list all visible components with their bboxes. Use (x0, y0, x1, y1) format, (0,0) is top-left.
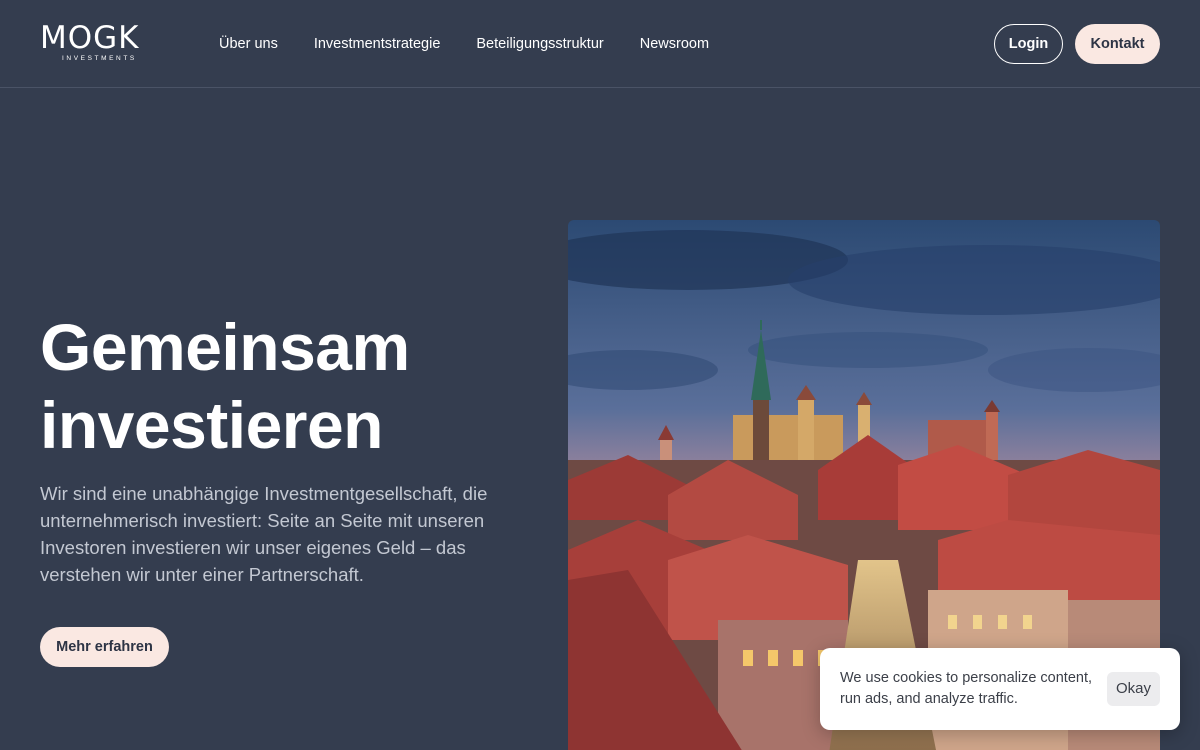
cookie-banner-text: We use cookies to personalize content, r… (840, 670, 1093, 707)
learn-more-button[interactable]: Mehr erfahren (40, 627, 169, 667)
site-header: MOGK INVESTMENTS Über uns Investmentstra… (0, 0, 1200, 88)
logo-subtitle: INVESTMENTS (62, 55, 137, 62)
hero-title-line-2: investieren (40, 388, 384, 462)
cookie-accept-button[interactable]: Okay (1107, 672, 1160, 706)
nav-item-ueber-uns[interactable]: Über uns (219, 35, 278, 53)
nav-item-beteiligungsstruktur[interactable]: Beteiligungsstruktur (476, 35, 603, 53)
hero-title-line-1: Gemeinsam (40, 310, 410, 384)
main-nav: Über uns Investmentstrategie Beteiligung… (219, 35, 745, 53)
login-button[interactable]: Login (994, 24, 1063, 64)
hero-description: Wir sind eine unabhängige Investmentgese… (40, 483, 488, 585)
hero-title: Gemeinsam investieren (40, 308, 540, 464)
logo-wordmark: MOGK (40, 20, 140, 56)
cookie-banner: We use cookies to personalize content, r… (820, 648, 1180, 730)
nav-item-investmentstrategie[interactable]: Investmentstrategie (314, 35, 441, 53)
mogk-logo[interactable]: MOGK INVESTMENTS (40, 22, 164, 66)
nav-item-newsroom[interactable]: Newsroom (640, 35, 709, 53)
contact-button[interactable]: Kontakt (1075, 24, 1160, 64)
